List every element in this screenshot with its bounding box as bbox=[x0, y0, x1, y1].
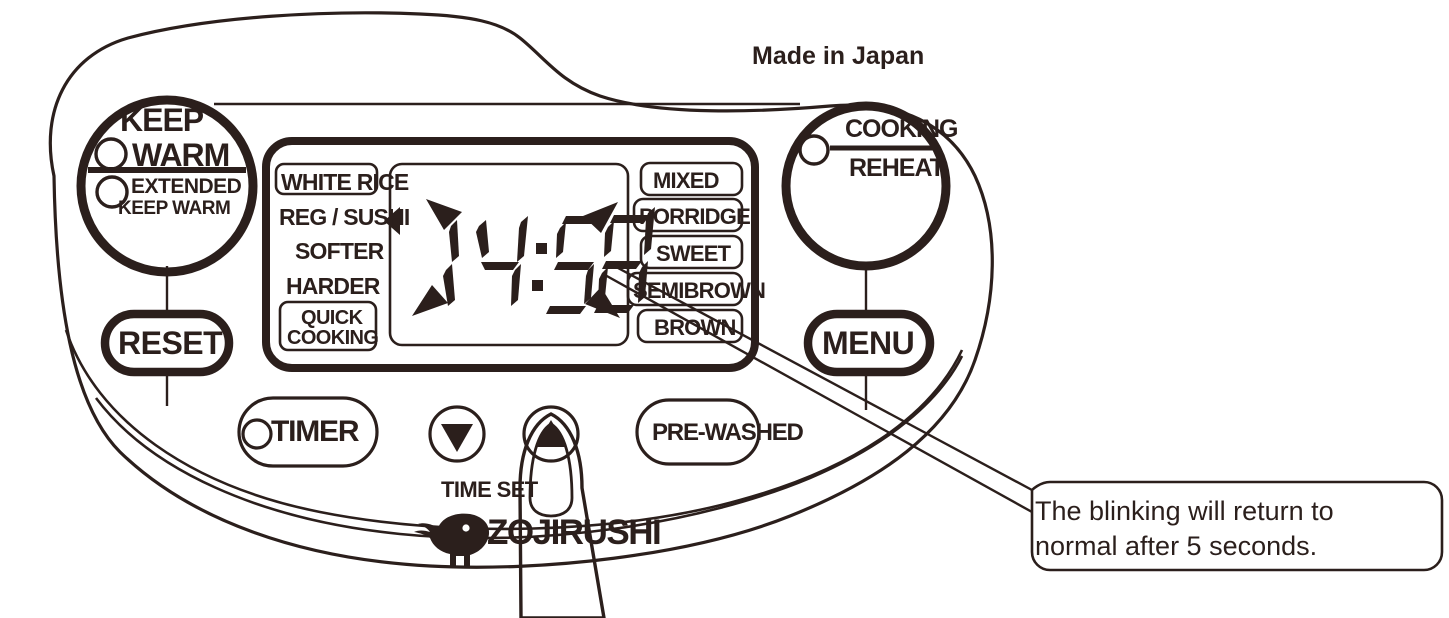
lcd-seven-segment-display bbox=[443, 207, 655, 314]
lcd-label-brown: BROWN bbox=[654, 315, 736, 340]
callout-line-1: The blinking will return to bbox=[1035, 496, 1334, 526]
menu-button-label: MENU bbox=[822, 325, 915, 361]
lcd-label-quick: QUICK bbox=[301, 307, 363, 329]
arrow-down-icon bbox=[441, 424, 473, 452]
callout-leader-line bbox=[604, 273, 1033, 514]
callout-line-2: normal after 5 seconds. bbox=[1035, 530, 1318, 561]
lcd-label-mixed: MIXED bbox=[653, 168, 719, 193]
pre-washed-button-label: PRE-WASHED bbox=[652, 419, 804, 446]
rice-cooker-control-panel-illustration: Made in Japan KEEP WARM EXTENDED KEEP WA… bbox=[0, 0, 1449, 618]
timer-button-label: TIMER bbox=[271, 415, 360, 448]
lcd-label-reg-sushi: REG / SUSHI bbox=[279, 204, 410, 230]
elephant-logo-icon bbox=[414, 513, 490, 566]
lcd-label-porridge: PORRIDGE bbox=[639, 204, 751, 229]
lcd-colon bbox=[532, 243, 547, 291]
lcd-digit-1 bbox=[443, 220, 459, 306]
time-set-label: TIME SET bbox=[441, 477, 538, 502]
lcd-label-semibrown: SEMIBROWN bbox=[633, 278, 766, 303]
made-in-japan-label: Made in Japan bbox=[752, 42, 925, 70]
cooking-button-label: COOKING bbox=[845, 115, 958, 143]
lcd-label-softer: SOFTER bbox=[295, 238, 384, 264]
timer-indicator-icon bbox=[241, 418, 273, 450]
lcd-label-white-rice: WHITE RICE bbox=[281, 169, 409, 195]
lcd-label-cooking: COOKING bbox=[287, 327, 379, 349]
zojirushi-wordmark: ZOJIRUSHI bbox=[487, 513, 662, 552]
lcd-label-sweet: SWEET bbox=[656, 241, 731, 266]
keep-warm-label-line2: WARM bbox=[132, 137, 230, 173]
lcd-label-harder: HARDER bbox=[286, 273, 380, 299]
callout-box-text: The blinking will return to normal after… bbox=[1035, 494, 1425, 563]
extended-keep-warm-label: EXTENDED bbox=[131, 175, 242, 198]
reheat-button-label: REHEAT bbox=[849, 154, 945, 182]
extended-keep-warm-sublabel: KEEP WARM bbox=[118, 198, 231, 219]
lcd-blink-arrow-bottom-left bbox=[412, 285, 448, 316]
lcd-screen bbox=[388, 162, 630, 347]
reset-button-label: RESET bbox=[118, 325, 223, 361]
cooking-reheat-indicator-icon bbox=[798, 134, 830, 166]
keep-warm-label-line1: KEEP bbox=[120, 102, 204, 138]
lcd-digit-4 bbox=[476, 216, 528, 306]
keep-warm-indicator-icon bbox=[94, 137, 128, 171]
